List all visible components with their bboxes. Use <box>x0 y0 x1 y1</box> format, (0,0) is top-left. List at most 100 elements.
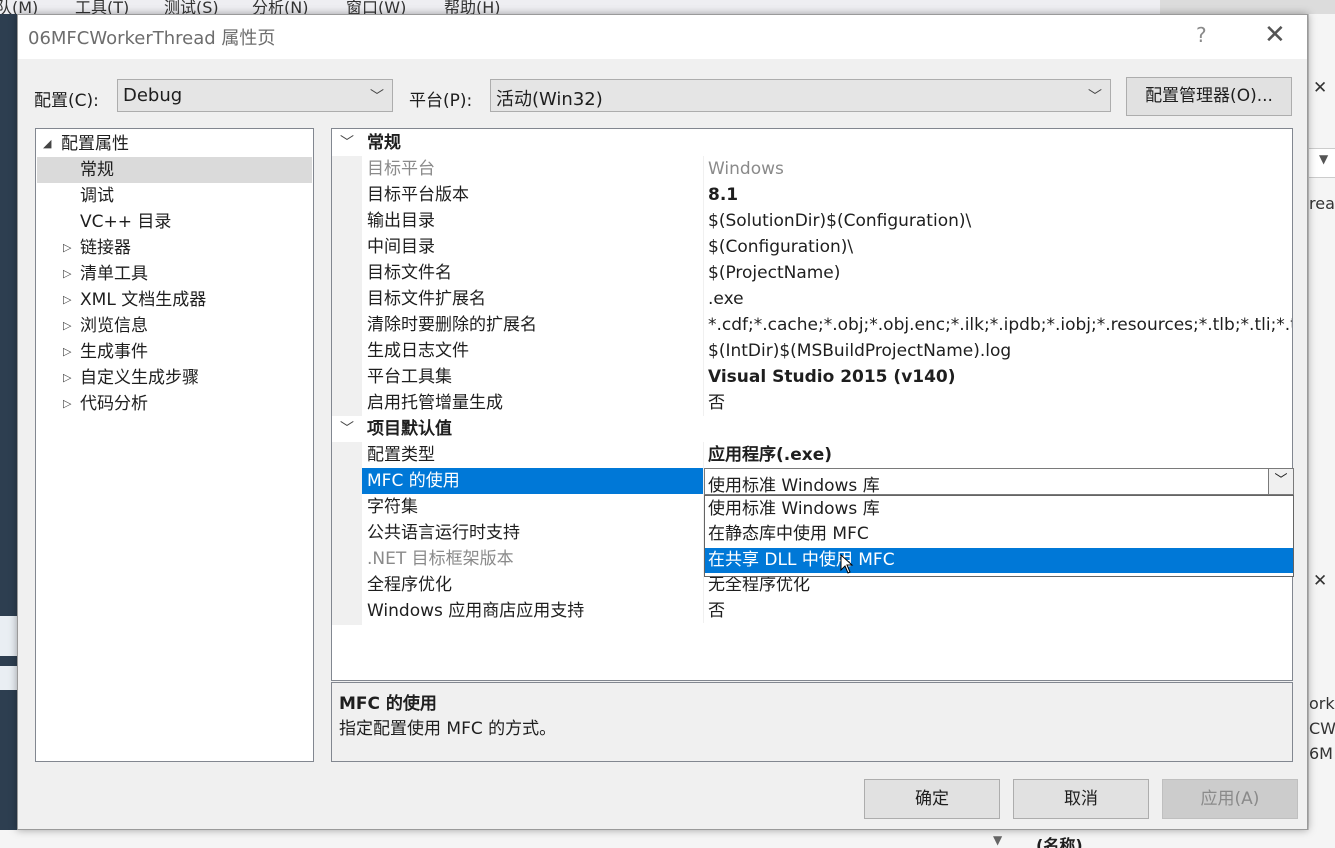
property-row[interactable]: 中间目录 $(Configuration)\ <box>332 234 1292 260</box>
ide-menu-item[interactable]: 工具(T) <box>75 0 129 14</box>
ide-right-text: 6M <box>1309 744 1333 763</box>
property-row[interactable]: Windows 应用商店应用支持 否 <box>332 598 1292 624</box>
expanded-triangle-icon[interactable]: ◢ <box>43 131 51 157</box>
property-value[interactable]: Visual Studio 2015 (v140) <box>708 364 1292 390</box>
ide-right-text: ork <box>1309 694 1335 713</box>
dialog-title: 06MFCWorkerThread 属性页 <box>28 28 276 49</box>
config-manager-button[interactable]: 配置管理器(O)... <box>1126 77 1292 116</box>
property-row[interactable]: 配置类型 应用程序(.exe) <box>332 442 1292 468</box>
property-row[interactable]: 目标平台 Windows <box>332 156 1292 182</box>
platform-select[interactable]: 活动(Win32) ﹀ <box>490 79 1111 112</box>
property-name: 目标平台 <box>367 159 435 179</box>
category-label: 常规 <box>367 133 401 153</box>
chevron-down-icon[interactable]: ﹀ <box>340 130 354 156</box>
tree-item-label: 自定义生成步骤 <box>80 368 199 388</box>
tree-item-label: 清单工具 <box>80 264 148 284</box>
close-icon[interactable]: ✕ <box>1313 78 1327 98</box>
mfc-usage-select[interactable]: 使用标准 Windows 库 ﹀ <box>704 468 1294 496</box>
collapsed-triangle-icon[interactable]: ▷ <box>63 287 71 313</box>
collapsed-triangle-icon[interactable]: ▷ <box>63 365 71 391</box>
apply-button[interactable]: 应用(A) <box>1162 779 1298 819</box>
help-button[interactable]: ? <box>1196 23 1207 47</box>
collapsed-triangle-icon[interactable]: ▷ <box>63 235 71 261</box>
config-select[interactable]: Debug ﹀ <box>117 79 393 112</box>
tree-item[interactable]: ▷ 浏览信息 <box>37 313 312 339</box>
collapsed-triangle-icon[interactable]: ▷ <box>63 313 71 339</box>
property-tree: ◢ 配置属性 常规 调试 VC++ 目录 ▷ 链接器 ▷ 清单工具 ▷ XML 文档生成器 ▷ 浏览… <box>35 128 314 762</box>
tree-item[interactable]: ▷ 代码分析 <box>37 391 312 417</box>
platform-label: 平台(P): <box>409 91 473 111</box>
tree-item[interactable]: ▷ 链接器 <box>37 235 312 261</box>
category-general[interactable]: ﹀ 常规 <box>332 130 1292 156</box>
property-value[interactable]: Windows <box>708 156 1292 182</box>
tree-item[interactable]: 常规 <box>37 157 312 183</box>
ide-menu-item[interactable]: 分析(N) <box>252 0 308 14</box>
property-row[interactable]: 生成日志文件 $(IntDir)$(MSBuildProjectName).log <box>332 338 1292 364</box>
property-row[interactable]: 目标文件扩展名 .exe <box>332 286 1292 312</box>
tree-root[interactable]: ◢ 配置属性 <box>37 131 312 157</box>
tree-item[interactable]: 调试 <box>37 183 312 209</box>
ide-right-text: rea <box>1309 194 1335 213</box>
ide-menu-item[interactable]: 窗口(W) <box>346 0 406 14</box>
property-name: MFC 的使用 <box>362 468 703 494</box>
property-value[interactable]: $(ProjectName) <box>708 260 1292 286</box>
tree-item[interactable]: ▷ 清单工具 <box>37 261 312 287</box>
property-name: 目标文件名 <box>367 263 452 283</box>
property-value[interactable]: 应用程序(.exe) <box>708 442 1292 468</box>
ide-left-panel <box>0 14 17 848</box>
mfc-option[interactable]: 使用标准 Windows 库 <box>705 497 1293 522</box>
property-value[interactable]: *.cdf;*.cache;*.obj;*.obj.enc;*.ilk;*.ip… <box>708 312 1292 338</box>
tree-item-label: 调试 <box>80 186 114 206</box>
property-row[interactable]: 输出目录 $(SolutionDir)$(Configuration)\ <box>332 208 1292 234</box>
property-row[interactable]: 目标文件名 $(ProjectName) <box>332 260 1292 286</box>
property-name: 启用托管增量生成 <box>367 393 503 413</box>
chevron-down-icon[interactable]: ﹀ <box>1268 469 1293 494</box>
property-name: 目标平台版本 <box>367 185 469 205</box>
property-row[interactable]: 清除时要删除的扩展名 *.cdf;*.cache;*.obj;*.obj.enc;… <box>332 312 1292 338</box>
cancel-button[interactable]: 取消 <box>1013 779 1149 819</box>
mfc-option[interactable]: 在静态库中使用 MFC <box>705 522 1293 547</box>
ide-menu-item[interactable]: 帮助(H) <box>444 0 501 14</box>
tree-item[interactable]: VC++ 目录 <box>37 209 312 235</box>
property-name: 目标文件扩展名 <box>367 289 486 309</box>
tree-item[interactable]: ▷ 生成事件 <box>37 339 312 365</box>
mfc-option-highlighted[interactable]: 在共享 DLL 中使用 MFC <box>705 548 1293 573</box>
property-row[interactable]: 平台工具集 Visual Studio 2015 (v140) <box>332 364 1292 390</box>
ide-right-combo[interactable]: ▼ <box>1309 148 1335 178</box>
property-row[interactable]: 启用托管增量生成 否 <box>332 390 1292 416</box>
tree-item-label: 链接器 <box>80 238 131 258</box>
ide-menubar: 队(M) 工具(T) 测试(S) 分析(N) 窗口(W) 帮助(H) <box>0 0 1335 14</box>
ok-button[interactable]: 确定 <box>864 779 1000 819</box>
chevron-down-icon: ﹀ <box>370 89 384 105</box>
property-value[interactable]: 否 <box>708 598 1292 624</box>
ide-menu-item[interactable]: 队(M) <box>0 0 38 14</box>
ide-bottom-text: (名称) <box>1036 836 1083 848</box>
collapsed-triangle-icon[interactable]: ▷ <box>63 391 71 417</box>
close-button[interactable]: ✕ <box>1264 20 1286 50</box>
tree-root-label: 配置属性 <box>61 134 129 154</box>
ide-menu-item[interactable]: 测试(S) <box>164 0 219 14</box>
tree-item-label: 浏览信息 <box>80 316 148 336</box>
config-select-value: Debug <box>123 85 183 106</box>
tree-item[interactable]: ▷ XML 文档生成器 <box>37 287 312 313</box>
property-name: 全程序优化 <box>367 575 452 595</box>
chevron-down-icon[interactable]: ▼ <box>993 833 1002 847</box>
property-value[interactable]: $(Configuration)\ <box>708 234 1292 260</box>
property-name: 清除时要删除的扩展名 <box>367 315 537 335</box>
chevron-down-icon: ▼ <box>1319 152 1329 166</box>
chevron-down-icon[interactable]: ﹀ <box>340 416 354 442</box>
property-name: 中间目录 <box>367 237 435 257</box>
property-value[interactable]: $(SolutionDir)$(Configuration)\ <box>708 208 1292 234</box>
category-project-defaults[interactable]: ﹀ 项目默认值 <box>332 416 1292 442</box>
collapsed-triangle-icon[interactable]: ▷ <box>63 261 71 287</box>
property-value[interactable]: 否 <box>708 390 1292 416</box>
property-value[interactable]: .exe <box>708 286 1292 312</box>
dialog-titlebar: 06MFCWorkerThread 属性页 ? ✕ <box>18 15 1307 59</box>
property-value[interactable]: 8.1 <box>708 182 1292 208</box>
close-icon[interactable]: ✕ <box>1313 571 1327 591</box>
tree-item[interactable]: ▷ 自定义生成步骤 <box>37 365 312 391</box>
property-row[interactable]: 目标平台版本 8.1 <box>332 182 1292 208</box>
property-value[interactable]: $(IntDir)$(MSBuildProjectName).log <box>708 338 1292 364</box>
property-name: 生成日志文件 <box>367 341 469 361</box>
collapsed-triangle-icon[interactable]: ▷ <box>63 339 71 365</box>
